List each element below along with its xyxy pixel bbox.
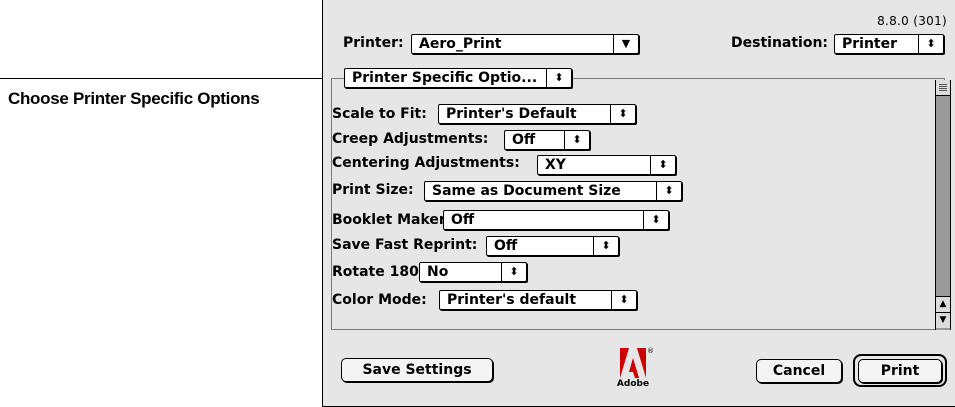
scroll-thumb[interactable] [936,80,950,96]
popup-arrow-icon: ⬍ [643,211,668,229]
save-settings-button[interactable]: Save Settings [341,358,493,382]
destination-value: Printer [842,36,898,52]
popup-arrow-icon: ⬍ [656,182,681,200]
save-fast-reprint-popup[interactable]: Off ⬍ [486,236,619,256]
destination-popup[interactable]: Printer ⬍ [834,34,944,54]
option-value: No [427,264,449,280]
callout-line [0,78,340,79]
popup-arrow-icon: ⬍ [546,69,571,87]
option-value: Off [451,212,475,228]
rotate-180-popup[interactable]: No ⬍ [419,262,527,282]
option-label: Color Mode: [332,292,427,308]
option-label: Scale to Fit: [332,106,427,122]
option-label: Creep Adjustments: [332,131,489,147]
callout-label: Choose Printer Specific Options [8,89,260,108]
popup-arrow-icon: ⬍ [501,263,526,281]
scale-to-fit-popup[interactable]: Printer's Default ⬍ [438,104,636,124]
option-value: Same as Document Size [432,183,621,199]
version-label: 8.8.0 (301) [877,14,947,28]
adobe-logo-icon [620,348,646,378]
printer-popup[interactable]: Aero_Print ▼ [411,34,639,54]
registered-mark: ® [647,347,654,355]
printer-label: Printer: [343,35,404,51]
vertical-scrollbar[interactable]: ▲ ▼ [935,80,951,330]
color-mode-popup[interactable]: Printer's default ⬍ [439,290,637,310]
creep-adjustments-popup[interactable]: Off ⬍ [504,130,590,150]
option-value: Printer's default [447,292,577,308]
option-label: Centering Adjustments: [332,155,520,171]
destination-label: Destination: [731,35,829,51]
booklet-maker-popup[interactable]: Off ⬍ [443,210,669,230]
scroll-down-icon[interactable]: ▼ [936,312,950,328]
popup-arrow-icon: ⬍ [593,237,618,255]
print-dialog: 8.8.0 (301) Printer: Aero_Print ▼ Destin… [322,0,955,407]
option-value: Off [512,132,536,148]
option-value: XY [545,157,566,173]
scroll-up-icon[interactable]: ▲ [936,296,950,312]
option-value: Off [494,238,518,254]
adobe-logo-text: Adobe [616,379,650,389]
popup-arrow-icon: ▼ [613,35,638,53]
option-label: Save Fast Reprint: [332,237,478,253]
popup-arrow-icon: ⬍ [650,156,675,174]
centering-adjustments-popup[interactable]: XY ⬍ [537,155,676,175]
section-value: Printer Specific Optio... [352,70,538,86]
popup-arrow-icon: ⬍ [564,131,589,149]
cancel-button[interactable]: Cancel [756,359,842,383]
option-label: Booklet Maker: [332,212,452,228]
section-popup[interactable]: Printer Specific Optio... ⬍ [344,68,572,88]
printer-value: Aero_Print [419,36,502,52]
option-label: Rotate 180: [332,264,425,280]
option-value: Printer's Default [446,106,577,122]
option-label: Print Size: [332,182,414,198]
popup-arrow-icon: ⬍ [918,35,943,53]
popup-arrow-icon: ⬍ [611,291,636,309]
print-button[interactable]: Print [858,359,942,383]
print-size-popup[interactable]: Same as Document Size ⬍ [424,181,682,201]
popup-arrow-icon: ⬍ [610,105,635,123]
